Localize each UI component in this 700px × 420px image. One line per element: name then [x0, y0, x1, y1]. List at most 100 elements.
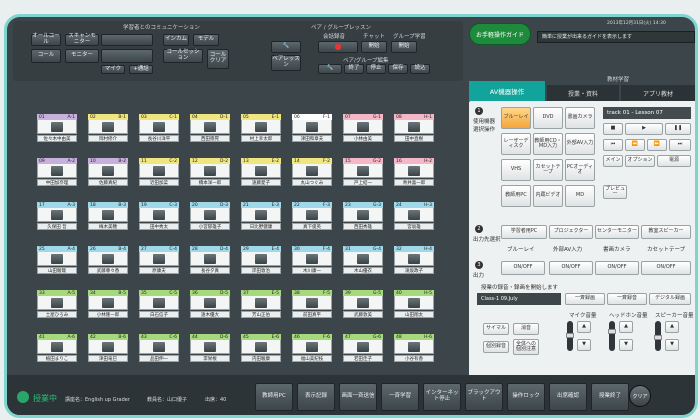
seat-card[interactable]: 08 H-1 田中直樹	[394, 114, 434, 142]
seat-card[interactable]: 26 B-4 武藤尊々香	[88, 246, 128, 274]
output-center-monitor[interactable]: センターモニター	[595, 225, 639, 239]
monitor-button[interactable]: モニター	[65, 49, 99, 63]
seat-card[interactable]: 40 H-5 山田翔太	[394, 290, 434, 318]
seat-card[interactable]: 35 C-5 白石信子	[139, 290, 179, 318]
call-session-button[interactable]: コールセッション	[163, 49, 203, 63]
record-start-button[interactable]: ●	[318, 41, 358, 53]
tab-lesson[interactable]: 授業・資料	[547, 85, 619, 101]
main-button[interactable]: メイン	[603, 155, 623, 167]
seat-card[interactable]: 22 F-3 真下俊英	[292, 202, 332, 230]
output-projector[interactable]: プロジェクター	[549, 225, 593, 239]
mic-slider[interactable]	[566, 321, 574, 351]
seat-card[interactable]: 48 H-6 小谷有香	[394, 334, 434, 362]
seat-card[interactable]: 46 F-6 福山美紀枝	[292, 334, 332, 362]
seat-card[interactable]: 27 C-4 原康夫	[139, 246, 179, 274]
bottom-button[interactable]: 表示記録	[297, 383, 335, 411]
bottom-button[interactable]: インターネット停止	[423, 383, 461, 411]
seat-card[interactable]: 01 A-1 佐々木中由美	[37, 114, 77, 142]
plus-call-button[interactable]: +通話	[129, 65, 153, 74]
onoff-2[interactable]: ON/OFF	[549, 261, 593, 275]
seat-card[interactable]: 11 C-2 近田加菜	[139, 158, 179, 186]
seat-card[interactable]: 23 G-3 西田秀雄	[343, 202, 383, 230]
bottom-button[interactable]: 教師用PC	[255, 383, 293, 411]
pair-lesson-button[interactable]: ペアレッスン	[271, 55, 301, 71]
seat-card[interactable]: 39 G-5 武藤敦美	[343, 290, 383, 318]
seat-card[interactable]: 14 F-2 丸山つぐみ	[292, 158, 332, 186]
next-button[interactable]: ⏭	[669, 139, 691, 151]
intercom-button[interactable]: インカム	[163, 34, 189, 46]
bottom-button[interactable]: 画面一斉送信	[339, 383, 377, 411]
scan-monitor-button[interactable]: スキャンモニター	[65, 33, 99, 46]
seat-card[interactable]: 05 E-1 村上幸太郎	[241, 114, 281, 142]
pause-button[interactable]: ❚❚	[665, 123, 691, 135]
prev-button[interactable]: ⏮	[603, 139, 623, 151]
tab-app[interactable]: アプリ教材	[621, 85, 695, 101]
option-button[interactable]: オプション	[625, 155, 655, 167]
seat-card[interactable]: 47 G-6 若田佳子	[343, 334, 383, 362]
all-attention-button[interactable]: 全体への個別注意	[513, 339, 539, 355]
output-speaker[interactable]: 教室スピーカー	[641, 225, 691, 239]
stop-button[interactable]: ■	[603, 123, 623, 135]
monitor-option-button[interactable]	[101, 49, 153, 63]
seat-card[interactable]: 02 B-1 岡村修介	[88, 114, 128, 142]
hp-up-button[interactable]: ▲	[619, 321, 633, 333]
mic-button[interactable]: マイク	[101, 65, 125, 74]
device-button[interactable]: 書画カメラ	[565, 107, 595, 129]
pair-tool-button[interactable]: 🔧	[271, 41, 301, 53]
play-button[interactable]: ▶	[625, 123, 663, 135]
mic-down-button[interactable]: ▼	[577, 339, 591, 351]
seat-card[interactable]: 17 A-3 久保田 哲	[37, 202, 77, 230]
tab-av[interactable]: AV機器操作	[469, 81, 545, 101]
pair-start-button[interactable]: 終了	[344, 64, 364, 74]
seat-card[interactable]: 36 D-5 遠木優大	[190, 290, 230, 318]
clear-button[interactable]: クリア	[629, 385, 651, 407]
bottom-button[interactable]: 一斉学習	[381, 383, 419, 411]
model-button[interactable]: モデル	[193, 34, 219, 46]
bottom-button[interactable]: 授業終了	[591, 383, 629, 411]
sp-up-button[interactable]: ▲	[665, 321, 679, 333]
forward-button[interactable]: ⏩	[647, 139, 667, 151]
pair-read-button[interactable]: 読込	[410, 64, 430, 74]
seat-card[interactable]: 19 C-3 田中秀太	[139, 202, 179, 230]
seat-card[interactable]: 28 D-4 長谷夕真	[190, 246, 230, 274]
seat-card[interactable]: 25 A-4 山田駿哉	[37, 246, 77, 274]
pair-stop-button[interactable]: 停止	[366, 64, 386, 74]
pair-tool2-button[interactable]: 🔧	[318, 64, 342, 74]
device-button[interactable]: ブルーレイ	[501, 107, 531, 129]
record-video-button[interactable]: 一斉録画	[565, 293, 605, 305]
seat-card[interactable]: 04 D-1 西田徳晃	[190, 114, 230, 142]
seat-card[interactable]: 09 A-2 中田加奈理	[37, 158, 77, 186]
seat-card[interactable]: 42 B-6 津田竜巳	[88, 334, 128, 362]
individual-rec-button[interactable]: 個別録音	[483, 341, 509, 353]
seat-card[interactable]: 06 F-1 津田和章夫	[292, 114, 332, 142]
device-button[interactable]: DVD	[533, 107, 563, 129]
power-button[interactable]: 電源	[657, 155, 691, 167]
call-clear-button[interactable]: コールクリア	[207, 49, 229, 69]
seat-card[interactable]: 29 E-4 岸田敦治	[241, 246, 281, 274]
mic-up-button[interactable]: ▲	[577, 321, 591, 333]
seat-card[interactable]: 32 H-4 滝坂政子	[394, 246, 434, 274]
onoff-3[interactable]: ON/OFF	[595, 261, 639, 275]
preview-button[interactable]: プレビュー	[603, 185, 627, 199]
bottom-button[interactable]: 操作ロック	[507, 383, 545, 411]
seat-card[interactable]: 15 G-2 戸上結一	[343, 158, 383, 186]
seat-card[interactable]: 33 A-5 土屋ひろみ	[37, 290, 77, 318]
seat-card[interactable]: 34 B-5 小林隆一郎	[88, 290, 128, 318]
device-button[interactable]: カセットテープ	[533, 159, 563, 181]
mute-button[interactable]: 消音	[513, 323, 539, 335]
bottom-button[interactable]: 出席確認	[549, 383, 587, 411]
seat-card[interactable]: 30 F-4 木川康一	[292, 246, 332, 274]
guide-button[interactable]: お手軽操作ガイド	[469, 23, 531, 45]
device-button[interactable]: 教師用PC	[501, 185, 531, 207]
seat-card[interactable]: 37 E-5 芳山正伯	[241, 290, 281, 318]
seat-card[interactable]: 24 H-3 宮坂雄	[394, 202, 434, 230]
seat-card[interactable]: 21 E-3 日比野健康	[241, 202, 281, 230]
seat-card[interactable]: 44 D-6 李栄根	[190, 334, 230, 362]
all-call-button[interactable]: オールコール	[31, 33, 61, 46]
chat-start-button[interactable]: 開始	[361, 41, 387, 53]
device-button[interactable]: MD	[565, 185, 595, 207]
rewind-button[interactable]: ⏪	[625, 139, 645, 151]
hp-down-button[interactable]: ▼	[619, 339, 633, 351]
device-button[interactable]: レーザーディスク	[501, 133, 531, 155]
device-button[interactable]: 内蔵ビデオ	[533, 185, 563, 207]
